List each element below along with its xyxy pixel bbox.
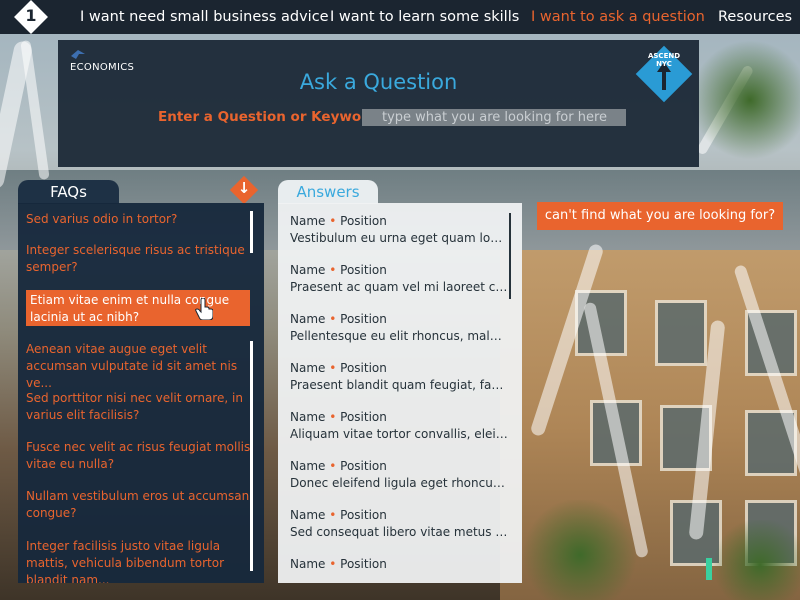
answer-position: Position: [340, 312, 387, 326]
page-title: Ask a Question: [299, 70, 458, 94]
nav-item-business-advice[interactable]: I want need small business advice: [80, 0, 329, 34]
top-nav-bar: 1 I want need small business advice I wa…: [0, 0, 800, 34]
nav-item-ask-question[interactable]: I want to ask a question: [531, 0, 705, 34]
answers-scrollbar[interactable]: [509, 213, 511, 299]
answer-name: Name: [290, 557, 326, 571]
faq-item-active[interactable]: Etiam vitae enim et nulla congue lacinia…: [26, 290, 250, 326]
answer-snippet: Sed consequat libero vitae metus m...: [290, 525, 508, 539]
answer-item[interactable]: Name • Position Donec eleifend ligula eg…: [290, 458, 508, 492]
answer-position: Position: [340, 361, 387, 375]
logo-number: 1: [25, 6, 37, 25]
answer-position: Position: [340, 410, 387, 424]
answer-position: Position: [340, 263, 387, 277]
answer-name: Name: [290, 312, 326, 326]
answers-panel: Name • Position Vestibulum eu urna eget …: [278, 203, 522, 583]
answer-item[interactable]: Name • Position Sed consequat libero vit…: [290, 507, 508, 541]
answer-name: Name: [290, 410, 326, 424]
answer-item[interactable]: Name • Position Praesent ac quam vel mi …: [290, 262, 508, 296]
nav-item-resources[interactable]: Resources: [718, 0, 792, 34]
faq-item[interactable]: Sed varius odio in tortor?: [26, 211, 254, 228]
answer-snippet: Pellentesque eu elit rhoncus, malesu...: [290, 329, 508, 343]
hand-cursor-icon: [195, 297, 214, 321]
answer-snippet: Praesent ac quam vel mi laoreet con...: [290, 280, 508, 294]
faq-panel: Sed varius odio in tortor? Integer scele…: [18, 203, 264, 583]
answer-item[interactable]: Name • Position Vestibulum eu urna eget …: [290, 213, 508, 247]
keyword-label: Enter a Question or Keyword:: [158, 109, 383, 125]
answer-position: Position: [340, 557, 387, 571]
answer-item[interactable]: Name • Position Aliquam vitae tortor con…: [290, 409, 508, 443]
answer-name: Name: [290, 263, 326, 277]
search-input[interactable]: [362, 109, 626, 126]
answer-position: Position: [340, 214, 387, 228]
cant-find-button[interactable]: can't find what you are looking for?: [537, 202, 783, 230]
answer-item[interactable]: Name • Position Pellentesque eu elit rho…: [290, 311, 508, 345]
faq-scrollbar[interactable]: [250, 341, 253, 571]
answer-position: Position: [340, 508, 387, 522]
faq-item[interactable]: Nullam vestibulum eros ut accumsan congu…: [26, 488, 254, 522]
answer-position: Position: [340, 459, 387, 473]
answer-snippet: Praesent blandit quam feugiat, facili...: [290, 378, 508, 392]
answer-name: Name: [290, 459, 326, 473]
ascend-logo-icon[interactable]: 1: [14, 0, 48, 34]
answer-name: Name: [290, 508, 326, 522]
faq-item[interactable]: Fusce nec velit ac risus feugiat mollis …: [26, 439, 254, 473]
answer-snippet: Donec eleifend ligula eget rhoncus u...: [290, 476, 508, 490]
bird-icon: [70, 48, 86, 60]
faq-item[interactable]: Aenean vitae augue eget velit accumsan v…: [26, 341, 254, 392]
ascend-nyc-badge: ASCEND NYC: [635, 45, 693, 103]
badge-label: ASCEND NYC: [647, 52, 681, 68]
arrow-down-icon[interactable]: ↓: [229, 175, 259, 205]
answer-item[interactable]: Name • Position: [290, 556, 508, 572]
green-accent: [706, 558, 712, 580]
faq-item[interactable]: Integer facilisis justo vitae ligula mat…: [26, 538, 254, 583]
nav-item-learn-skills[interactable]: I want to learn some skills: [330, 0, 519, 34]
answer-name: Name: [290, 361, 326, 375]
faq-scrollbar[interactable]: [250, 211, 253, 253]
answer-name: Name: [290, 214, 326, 228]
faq-item[interactable]: Integer scelerisque risus ac tristique s…: [26, 242, 254, 276]
tab-answers[interactable]: Answers: [278, 180, 378, 204]
answer-item[interactable]: Name • Position Praesent blandit quam fe…: [290, 360, 508, 394]
ask-question-header: ECONOMICS Ask a Question Enter a Questio…: [58, 40, 699, 167]
faq-item[interactable]: Sed porttitor nisi nec velit ornare, in …: [26, 390, 254, 424]
answer-snippet: Vestibulum eu urna eget quam lobor...: [290, 231, 508, 245]
tab-faqs[interactable]: FAQs: [18, 180, 119, 204]
answer-snippet: Aliquam vitae tortor convallis, eleif...: [290, 427, 508, 441]
